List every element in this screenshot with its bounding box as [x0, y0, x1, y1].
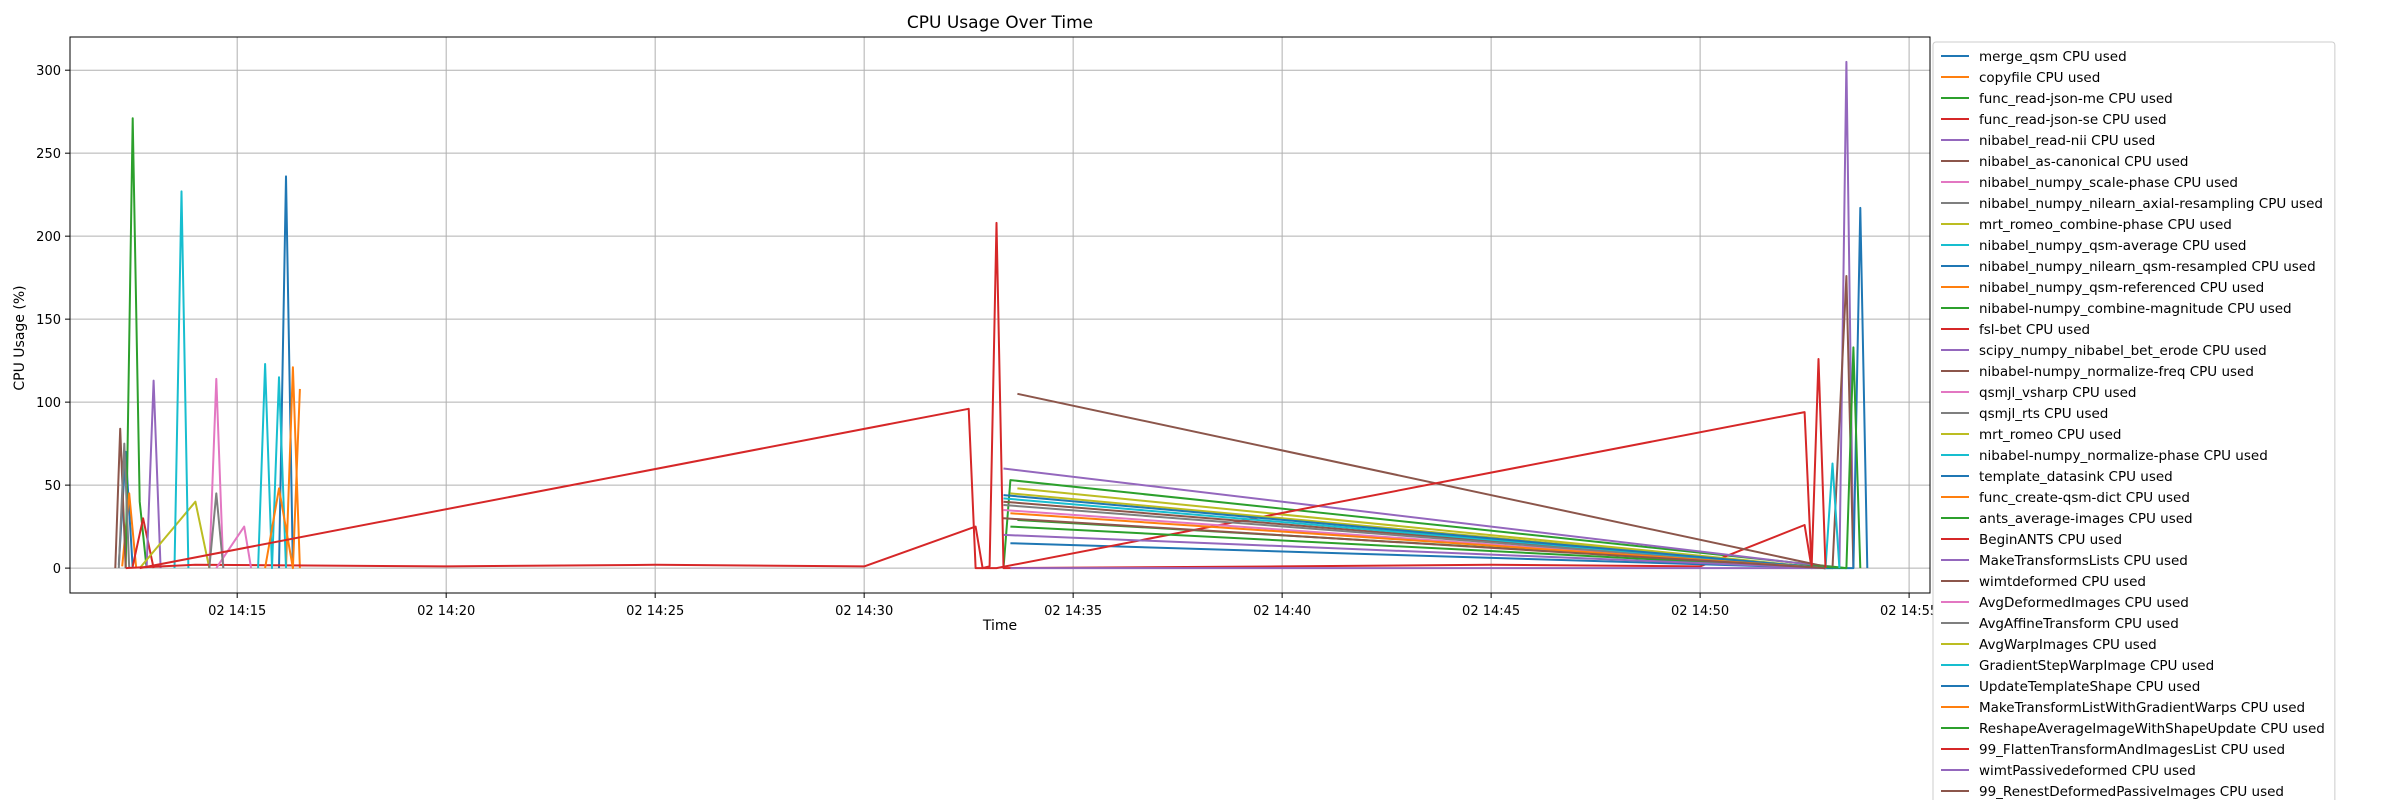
x-axis-label: Time — [982, 618, 1017, 634]
y-tick-label: 150 — [36, 313, 61, 328]
x-tick-label: 02 14:35 — [1044, 604, 1102, 619]
legend-entry: merge_qsm CPU used — [1979, 49, 2127, 65]
legend-entry: qsmjl_rts CPU used — [1979, 406, 2108, 422]
y-axis-label: CPU Usage (%) — [12, 285, 28, 390]
legend-entry: func_create-qsm-dict CPU used — [1979, 490, 2190, 506]
legend-entry: mrt_romeo_combine-phase CPU used — [1979, 217, 2232, 233]
series-line-20 — [1010, 206, 1869, 570]
legend-entry: mrt_romeo CPU used — [1979, 427, 2121, 443]
legend-entry: qsmjl_vsharp CPU used — [1979, 385, 2136, 401]
legend-entry: template_datasink CPU used — [1979, 469, 2173, 485]
legend-entry: nibabel_numpy_qsm-referenced CPU used — [1979, 280, 2264, 296]
legend-entry: MakeTransformsLists CPU used — [1979, 553, 2188, 569]
legend-entry: copyfile CPU used — [1979, 70, 2100, 86]
x-tick-label: 02 14:30 — [835, 604, 893, 619]
legend-entry: nibabel_as-canonical CPU used — [1979, 154, 2188, 170]
y-tick-label: 50 — [44, 479, 61, 494]
x-tick-label: 02 14:25 — [626, 604, 684, 619]
legend-entry: nibabel_numpy_nilearn_qsm-resampled CPU … — [1979, 259, 2316, 275]
y-axis: 0 50 100 150 200 250 300 — [36, 64, 70, 577]
legend-entry: AvgWarpImages CPU used — [1979, 637, 2157, 653]
y-tick-label: 300 — [36, 64, 61, 79]
x-tick-label: 02 14:15 — [208, 604, 266, 619]
legend-entry: nibabel_numpy_qsm-average CPU used — [1979, 238, 2246, 254]
legend-entry: wimtdeformed CPU used — [1979, 574, 2146, 590]
legend-entry: BeginANTS CPU used — [1979, 532, 2122, 548]
series-lines — [114, 60, 1869, 570]
x-tick-label: 02 14:45 — [1462, 604, 1520, 619]
legend-entry: nibabel-numpy_normalize-phase CPU used — [1979, 448, 2268, 464]
y-tick-label: 100 — [36, 396, 61, 411]
x-tick-label: 02 14:55 — [1880, 604, 1938, 619]
legend-entry: 99_RenestDeformedPassiveImages CPU used — [1979, 784, 2284, 800]
legend-entry: GradientStepWarpImage CPU used — [1979, 658, 2214, 674]
series-line-10 — [278, 175, 294, 569]
y-tick-label: 200 — [36, 230, 61, 245]
legend-entry: ReshapeAverageImageWithShapeUpdate CPU u… — [1979, 721, 2325, 737]
legend-entry: nibabel_numpy_scale-phase CPU used — [1979, 175, 2238, 191]
grid-lines — [70, 37, 1930, 593]
chart-title: CPU Usage Over Time — [907, 13, 1093, 33]
x-tick-label: 02 14:20 — [417, 604, 475, 619]
cpu-usage-chart: CPU Usage Over Time 02 14:15 02 14:20 02 1… — [12, 13, 2336, 800]
y-tick-label: 250 — [36, 147, 61, 162]
legend-entry: UpdateTemplateShape CPU used — [1979, 679, 2200, 695]
legend-entry: nibabel_numpy_nilearn_axial-resampling C… — [1979, 196, 2323, 212]
x-tick-label: 02 14:40 — [1253, 604, 1311, 619]
legend-entry: 99_FlattenTransformAndImagesList CPU use… — [1979, 742, 2285, 758]
series-line-13 — [125, 221, 1826, 570]
legend-entry: AvgAffineTransform CPU used — [1979, 616, 2179, 632]
y-tick-label: 0 — [53, 562, 61, 577]
legend-entry: scipy_numpy_nibabel_bet_erode CPU used — [1979, 343, 2267, 359]
legend-entry: wimtPassivedeformed CPU used — [1979, 763, 2196, 779]
series-line-33 — [1810, 358, 1827, 569]
legend-entry: AvgDeformedImages CPU used — [1979, 595, 2189, 611]
legend-entry: func_read-json-me CPU used — [1979, 91, 2173, 107]
legend-entry: func_read-json-se CPU used — [1979, 112, 2167, 128]
legend-entry: fsl-bet CPU used — [1979, 322, 2090, 338]
plot-area — [69, 36, 1931, 594]
x-tick-label: 02 14:50 — [1671, 604, 1729, 619]
x-axis: 02 14:15 02 14:20 02 14:25 02 14:30 02 14:35… — [208, 593, 1938, 619]
legend-entry: nibabel-numpy_normalize-freq CPU used — [1979, 364, 2254, 380]
legend-entry: nibabel_read-nii CPU used — [1979, 133, 2155, 149]
series-line-4 — [145, 379, 162, 569]
legend-entry: MakeTransformListWithGradientWarps CPU u… — [1979, 700, 2305, 716]
legend-entry: ants_average-images CPU used — [1979, 511, 2193, 527]
legend: merge_qsm CPU used copyfile CPU used func_… — [1932, 41, 2336, 800]
legend-entry: nibabel-numpy_combine-magnitude CPU used — [1979, 301, 2292, 317]
